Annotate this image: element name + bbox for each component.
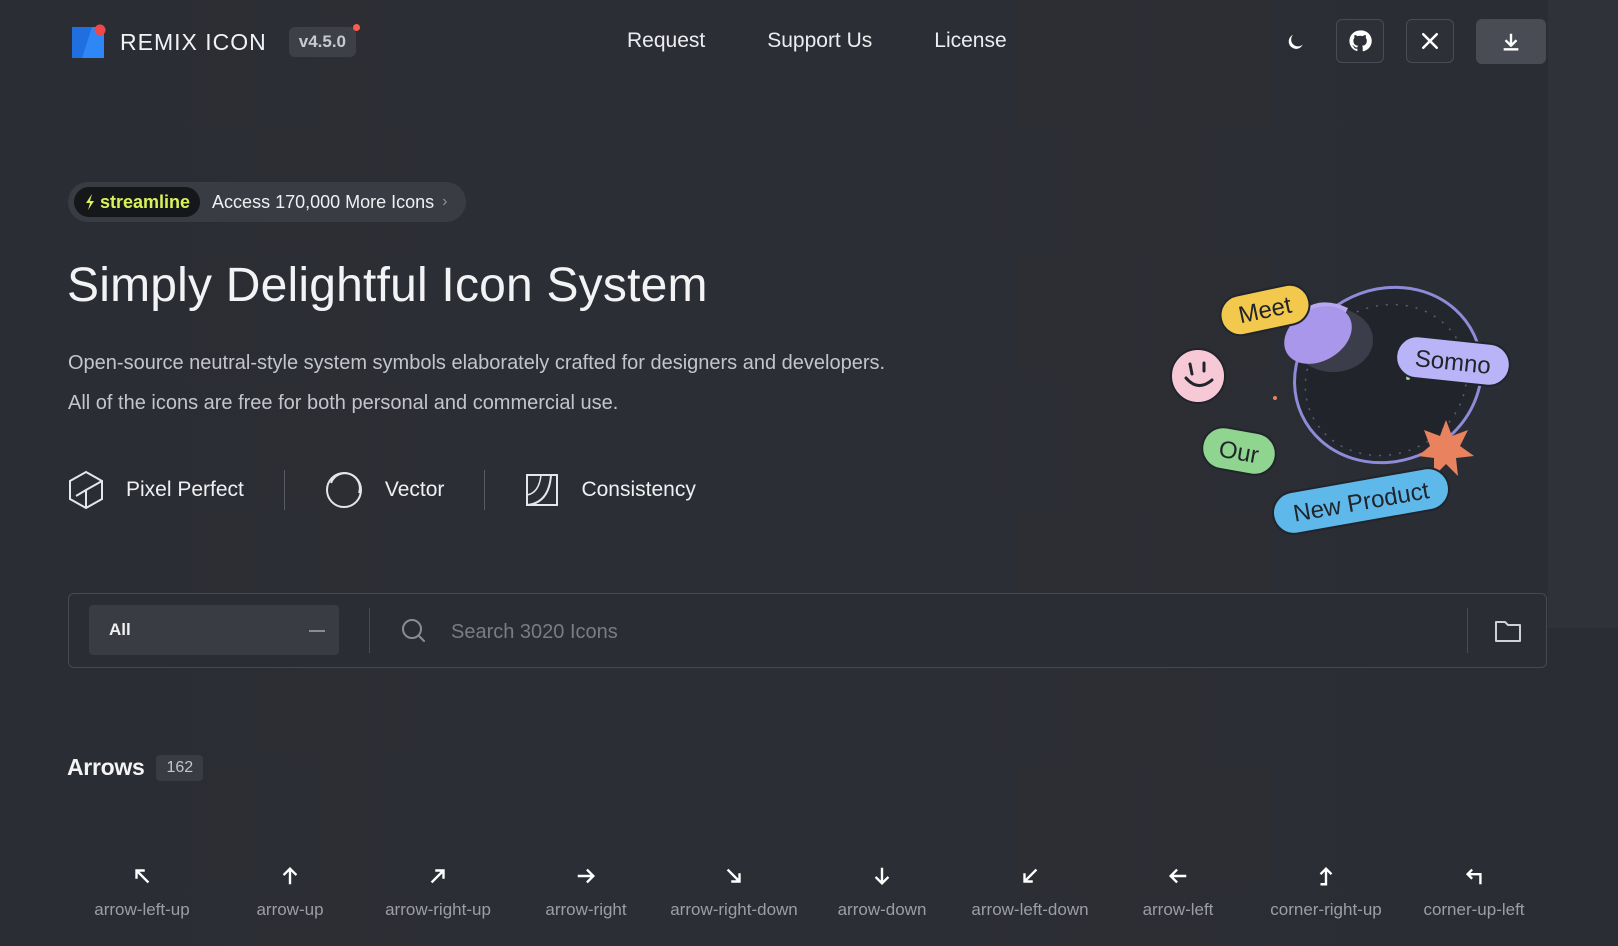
- tag-new-product: New Product: [1272, 467, 1450, 535]
- icon-label: corner-up-left: [1423, 900, 1525, 919]
- logo[interactable]: REMIX ICON v4.5.0: [70, 24, 360, 60]
- feature-label: Consistency: [581, 478, 696, 501]
- icon-item[interactable]: arrow-left-down: [956, 858, 1104, 920]
- icon-label: arrow-down: [837, 900, 927, 919]
- corner-up-left-icon: [1400, 858, 1548, 894]
- page-subtitle: Open-source neutral-style system symbols…: [68, 343, 968, 423]
- top-header: REMIX ICON v4.5.0 Request Support Us Lic…: [0, 0, 1618, 86]
- streamline-badge: streamline: [74, 187, 201, 217]
- subtitle-line-1: Open-source neutral-style system symbols…: [68, 352, 886, 374]
- section-header: Arrows 162: [67, 754, 204, 781]
- version-label: v4.5.0: [298, 32, 346, 51]
- icon-label: arrow-right-down: [670, 900, 798, 919]
- icon-item[interactable]: arrow-right-down: [660, 858, 808, 920]
- nav-request[interactable]: Request: [627, 29, 705, 53]
- github-button[interactable]: [1336, 19, 1384, 63]
- somno-illustration: Meet Somno Our New Product: [1170, 283, 1511, 535]
- feature-vector: Vector: [325, 471, 445, 509]
- category-select[interactable]: All: [89, 605, 339, 655]
- feature-list: Pixel Perfect Vector Consistency: [68, 470, 696, 510]
- divider: [369, 608, 370, 653]
- divider: [283, 470, 285, 510]
- icon-item[interactable]: arrow-right-up: [364, 858, 512, 920]
- page: REMIX ICON v4.5.0 Request Support Us Lic…: [0, 0, 1618, 946]
- promo-text: Access 170,000 More Icons: [212, 191, 435, 212]
- x-twitter-icon: [1421, 32, 1439, 50]
- icon-label: arrow-left-down: [971, 900, 1089, 919]
- arrow-left-up-icon: [68, 858, 216, 894]
- icon-label: corner-right-up: [1270, 900, 1382, 919]
- x-button[interactable]: [1406, 19, 1454, 63]
- icon-item[interactable]: arrow-left-up: [68, 858, 216, 920]
- arrow-down-icon: [808, 858, 956, 894]
- search-input[interactable]: [449, 612, 1453, 652]
- bolt-icon: [86, 194, 94, 210]
- download-icon: [1503, 33, 1519, 51]
- icon-item[interactable]: corner-right-up: [1252, 858, 1400, 920]
- icon-item[interactable]: arrow-left: [1104, 858, 1252, 920]
- icon-label: arrow-right: [545, 900, 627, 919]
- icon-label: arrow-up: [256, 900, 324, 919]
- icon-item[interactable]: arrow-right: [512, 858, 660, 920]
- icon-item[interactable]: arrow-down: [808, 858, 956, 920]
- moon-icon: [1288, 34, 1303, 49]
- category-value: All: [109, 620, 131, 639]
- folder-icon: [1495, 621, 1521, 642]
- arrow-right-down-icon: [660, 858, 808, 894]
- divider: [484, 470, 486, 510]
- consistency-square-icon: [526, 474, 559, 506]
- subtitle-line-2: All of the icons are free for both perso…: [68, 392, 619, 414]
- arrow-left-down-icon: [956, 858, 1104, 894]
- version-badge[interactable]: v4.5.0: [288, 24, 360, 57]
- search-icon: [402, 619, 425, 642]
- cube-icon: [69, 470, 103, 510]
- search-bar: All: [68, 593, 1547, 668]
- collections-button[interactable]: [1490, 614, 1526, 648]
- feature-label: Pixel Perfect: [126, 478, 244, 501]
- icon-label: arrow-right-up: [385, 900, 491, 919]
- remix-logo-icon: [70, 24, 106, 60]
- background-strip: [1548, 0, 1618, 628]
- download-button[interactable]: [1476, 19, 1546, 64]
- corner-right-up-icon: [1252, 858, 1400, 894]
- nav-license[interactable]: License: [934, 29, 1006, 53]
- arrow-up-icon: [216, 858, 364, 894]
- theme-toggle-button[interactable]: [1277, 25, 1313, 61]
- streamline-brand: streamline: [100, 191, 191, 212]
- nav-support-us[interactable]: Support Us: [767, 29, 872, 53]
- page-title: Simply Delightful Icon System: [67, 259, 708, 312]
- smiley-face: [1170, 348, 1226, 404]
- github-icon: [1349, 30, 1372, 52]
- update-dot: [353, 24, 360, 31]
- icon-grid: arrow-left-up arrow-up arrow-right-up ar…: [68, 858, 1548, 946]
- tag-our: Our: [1201, 426, 1277, 476]
- divider: [1467, 608, 1468, 653]
- feature-consistency: Consistency: [525, 473, 696, 507]
- feature-label: Vector: [384, 478, 445, 501]
- arrow-right-up-icon: [364, 858, 512, 894]
- chevron-right-icon: ›: [442, 193, 448, 210]
- section-name: Arrows: [67, 754, 145, 780]
- main-nav: Request Support Us License: [627, 29, 1007, 53]
- vector-circle-icon: [325, 472, 362, 508]
- collapse-icon: [309, 630, 325, 632]
- icon-label: arrow-left: [1142, 900, 1214, 919]
- icon-item[interactable]: arrow-up: [216, 858, 364, 920]
- brand-name: REMIX ICON: [120, 28, 267, 55]
- feature-pixel-perfect: Pixel Perfect: [68, 470, 244, 510]
- streamline-promo[interactable]: streamline Access 170,000 More Icons ›: [68, 182, 466, 222]
- icon-item[interactable]: corner-up-left: [1400, 858, 1548, 920]
- icon-label: arrow-left-up: [94, 900, 190, 919]
- arrow-right-icon: [512, 858, 660, 894]
- arrow-left-icon: [1104, 858, 1252, 894]
- section-count-badge: 162: [156, 754, 204, 781]
